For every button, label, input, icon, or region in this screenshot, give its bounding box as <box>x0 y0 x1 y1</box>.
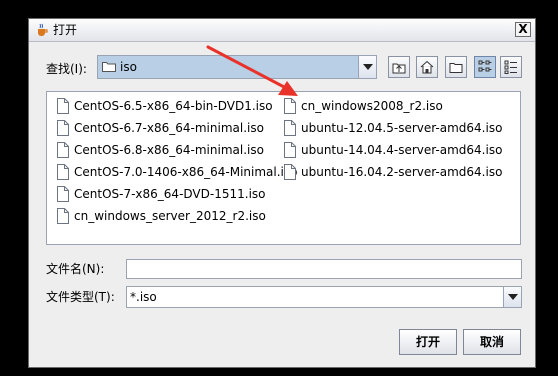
open-button[interactable]: 打开 <box>399 329 457 355</box>
file-name: CentOS-7-x86_64-DVD-1511.iso <box>74 187 266 201</box>
file-name: CentOS-6.8-x86_64-minimal.iso <box>74 143 264 157</box>
chevron-down-icon[interactable] <box>358 56 376 78</box>
file-name: ubuntu-16.04.2-server-amd64.iso <box>301 165 503 179</box>
up-one-level-icon <box>392 63 406 74</box>
file-name: ubuntu-14.04.4-server-amd64.iso <box>301 143 503 157</box>
file-icon <box>57 186 69 202</box>
lookin-value: iso <box>120 60 137 74</box>
home-button[interactable] <box>416 56 438 78</box>
file-icon <box>284 142 296 158</box>
file-icon <box>57 142 69 158</box>
details-view-button[interactable] <box>500 56 522 78</box>
file-name: CentOS-7.0-1406-x86_64-Minimal.iso <box>74 165 298 179</box>
home-icon <box>420 60 434 74</box>
filetype-value: *.iso <box>130 290 157 304</box>
file-name: CentOS-6.5-x86_64-bin-DVD1.iso <box>74 99 273 113</box>
filetype-combo[interactable]: *.iso <box>126 286 522 308</box>
file-name: cn_windows_server_2012_r2.iso <box>74 209 266 223</box>
chevron-down-icon[interactable] <box>503 287 521 307</box>
file-name: cn_windows2008_r2.iso <box>301 99 443 113</box>
filename-label: 文件名(N): <box>46 262 105 276</box>
file-list[interactable]: CentOS-6.5-x86_64-bin-DVD1.iso CentOS-6.7… <box>46 91 521 245</box>
list-view-icon <box>478 60 492 72</box>
file-name: ubuntu-12.04.5-server-amd64.iso <box>301 121 503 135</box>
file-name: CentOS-6.7-x86_64-minimal.iso <box>74 121 264 135</box>
new-folder-button[interactable] <box>445 56 467 78</box>
file-icon <box>284 164 296 180</box>
java-cup-icon <box>38 23 48 36</box>
window-title: 打开 <box>53 23 78 37</box>
file-icon <box>284 98 296 114</box>
file-icon <box>57 164 69 180</box>
filename-input[interactable] <box>126 259 522 279</box>
list-view-button[interactable] <box>474 56 496 78</box>
details-view-icon <box>504 60 517 74</box>
file-icon <box>57 120 69 136</box>
lookin-label: 查找(I): <box>46 62 87 76</box>
open-dialog: 打开 X 查找(I): iso CentOS-6.5-x86_64-bin-DV… <box>28 18 536 368</box>
new-folder-icon <box>449 63 463 73</box>
cancel-button[interactable]: 取消 <box>463 329 521 355</box>
file-icon <box>57 208 69 224</box>
folder-icon <box>102 62 116 72</box>
file-icon <box>284 120 296 136</box>
title-bar[interactable]: 打开 X <box>29 19 535 42</box>
file-icon <box>57 98 69 114</box>
lookin-combo[interactable]: iso <box>97 55 377 79</box>
up-one-level-button[interactable] <box>388 56 410 78</box>
filetype-label: 文件类型(T): <box>46 290 115 304</box>
close-button[interactable]: X <box>515 22 531 37</box>
close-icon: X <box>518 22 528 36</box>
